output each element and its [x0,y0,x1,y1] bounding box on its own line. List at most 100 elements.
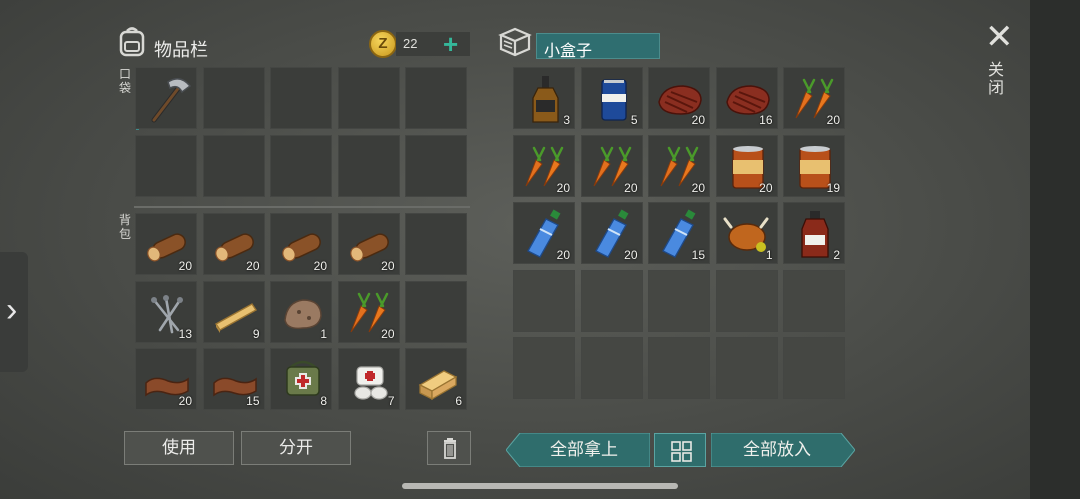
take-all-label[interactable]: 全部拿上 [520,433,648,467]
container-slot[interactable]: 20 [513,134,575,197]
container-name: 小盒子 [544,43,593,60]
item-count: 20 [624,180,638,195]
container-slot[interactable]: 20 [580,202,643,264]
pocket-slot[interactable] [202,134,265,197]
pocket-slot[interactable] [135,67,197,129]
backpack-slot[interactable]: 20 [135,213,197,275]
item-count: 8 [320,394,327,408]
container-slot[interactable]: 5 [580,67,643,129]
item-count: 1 [320,326,327,341]
coin-count: 22 [403,36,418,51]
item-count: 20 [624,248,638,262]
container-slot[interactable] [648,269,710,332]
item-count: 20 [381,259,395,273]
pocket-slot[interactable] [270,67,332,129]
close-button-label[interactable]: 关闭 [988,62,1008,98]
item-count: 15 [246,394,260,408]
trash-icon [444,438,456,459]
item-count: 20 [246,259,260,273]
item-count: 20 [178,259,192,273]
backpack-slot[interactable]: 1 [270,280,332,343]
container-slot[interactable] [580,337,643,399]
pocket-slot[interactable] [270,134,332,197]
axe-icon [151,78,192,123]
container-name-field: 小盒子 [536,33,660,60]
put-all-label[interactable]: 全部放入 [713,433,841,467]
use-button[interactable]: 使用 [124,431,234,465]
item-count: 19 [826,180,840,195]
container-slot[interactable] [580,269,643,332]
chevron-right-icon: › [6,291,18,329]
container-slot[interactable]: 19 [783,134,845,197]
container-slot[interactable] [715,337,778,399]
backpack-slot[interactable] [405,213,467,275]
backpack-slot[interactable]: 8 [270,348,332,410]
pocket-slot[interactable] [405,134,467,197]
section-divider [134,206,470,208]
item-count: 20 [826,113,840,127]
container-slot[interactable]: 16 [715,67,778,129]
container-slot[interactable]: 20 [715,134,778,197]
backpack-slot[interactable]: 20 [270,213,332,275]
item-count: 20 [556,180,570,195]
backpack-slot[interactable]: 20 [337,280,400,343]
backpack-slot[interactable]: 6 [405,348,467,410]
home-indicator[interactable] [402,483,678,489]
container-slot[interactable] [513,337,575,399]
pocket-slot[interactable] [202,67,265,129]
backpack-slot[interactable]: 20 [337,213,400,275]
backpack-slot[interactable]: 13 [135,280,197,343]
container-slot[interactable]: 20 [783,67,845,129]
grid-icon [671,441,692,462]
container-slot[interactable]: 20 [648,134,710,197]
item-count: 20 [178,394,192,408]
right-panel-strip [1030,0,1080,499]
backpack-slot[interactable]: 15 [202,348,265,410]
backpack-slot[interactable] [405,280,467,343]
split-button[interactable]: 分开 [241,431,351,465]
container-slot[interactable]: 20 [513,202,575,264]
item-count: 7 [387,394,395,408]
container-slot[interactable]: 3 [513,67,575,129]
backpack-slot[interactable]: 9 [202,280,265,343]
pocket-slot[interactable] [405,67,467,129]
container-slot[interactable] [513,269,575,332]
item-count: 20 [691,113,705,127]
item-count: 20 [381,326,395,341]
item-count: 9 [252,326,260,341]
backpack-slot[interactable]: 20 [202,213,265,275]
container-slot[interactable]: 15 [648,202,710,264]
container-slot[interactable]: 1 [715,202,778,264]
item-count: 2 [833,248,840,262]
item-count: 6 [455,394,462,408]
pocket-slot[interactable] [135,134,197,197]
pocket-slot[interactable] [337,134,400,197]
item-count: 3 [563,113,570,127]
container-slot[interactable] [715,269,778,332]
item-count: 20 [556,248,570,262]
item-count: 13 [178,326,192,341]
container-slot[interactable]: 20 [580,134,643,197]
pocket-label: 口袋 [119,67,132,95]
container-slot[interactable] [783,269,845,332]
backpack-slot[interactable]: 20 [135,348,197,410]
side-drawer-handle[interactable]: › [0,252,28,372]
container-slot[interactable]: 2 [783,202,845,264]
add-coins-button[interactable]: + [443,29,458,59]
inventory-title: 物品栏 [154,40,208,60]
item-count: 20 [313,259,327,273]
close-icon[interactable]: ✕ [985,20,1014,54]
item-count: 5 [630,113,638,127]
container-slot[interactable]: 20 [648,67,710,129]
container-slot[interactable] [783,337,845,399]
sort-button[interactable] [654,433,706,467]
backpack-icon [119,27,145,57]
container-slot[interactable] [648,337,710,399]
item-count: 1 [765,248,773,262]
trash-button[interactable] [427,431,471,465]
backpack-slot[interactable]: 7 [337,348,400,410]
coin-icon: Z [369,30,397,58]
pocket-slot[interactable] [337,67,400,129]
box-icon [498,27,532,57]
item-count: 20 [759,180,773,195]
